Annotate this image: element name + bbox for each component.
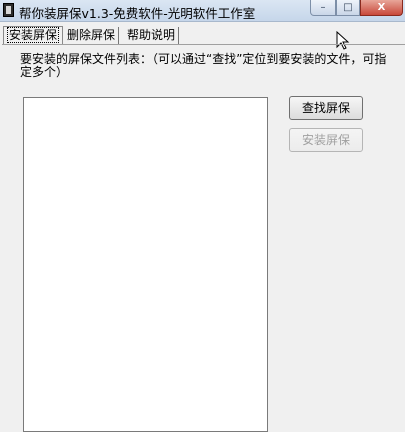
tab-panel-border	[2, 44, 405, 45]
minimize-button[interactable]: –	[310, 0, 336, 16]
app-icon	[3, 3, 14, 17]
tab-help[interactable]: 帮助说明	[124, 27, 180, 44]
install-screensaver-button: 安装屏保	[289, 128, 363, 152]
tab-install[interactable]: 安装屏保	[3, 26, 64, 44]
tab-install-label: 安装屏保	[7, 27, 60, 43]
tab-bar: 安装屏保 删除屏保 帮助说明	[0, 26, 405, 45]
close-button[interactable]: X	[360, 0, 403, 16]
window-title: 帮你装屏保v1.3-免费软件-光明软件工作室	[19, 6, 256, 21]
find-screensaver-button[interactable]: 查找屏保	[289, 96, 363, 120]
maximize-button[interactable]: □	[336, 0, 360, 16]
title-bar: 帮你装屏保v1.3-免费软件-光明软件工作室 – □ X	[0, 0, 405, 22]
screensaver-file-list[interactable]	[23, 97, 268, 432]
file-list-label: 要安装的屏保文件列表：（可以通过“查找”定位到要安装的文件，可指定多个）	[20, 52, 387, 79]
tab-delete[interactable]: 删除屏保	[64, 27, 120, 44]
